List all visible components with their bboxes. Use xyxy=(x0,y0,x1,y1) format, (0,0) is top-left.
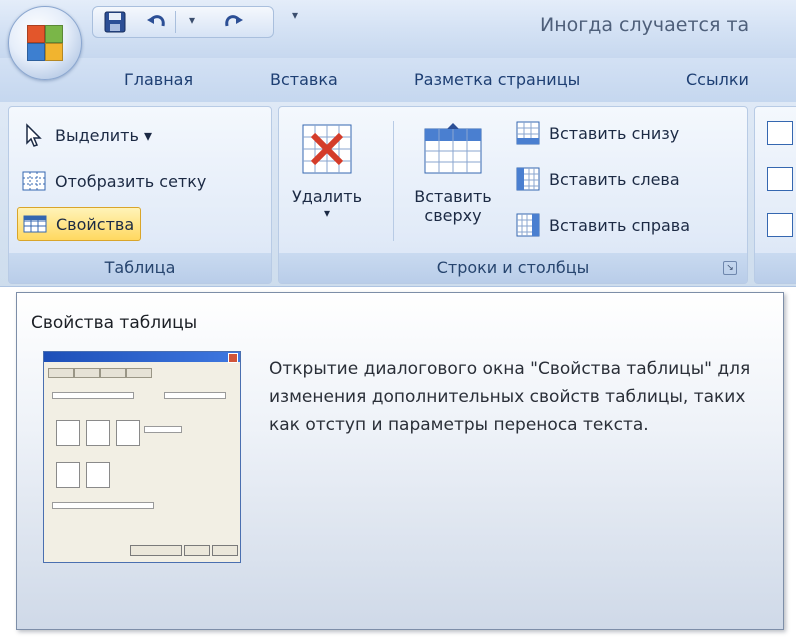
tab-home[interactable]: Главная xyxy=(124,70,193,89)
table-group-label: Таблица xyxy=(9,253,271,283)
undo-icon[interactable] xyxy=(145,10,169,34)
view-gridlines-button[interactable]: Отобразить сетку xyxy=(21,165,206,197)
split-table-icon[interactable] xyxy=(767,213,793,237)
dialog-launcher-icon[interactable]: ↘ xyxy=(723,261,737,275)
table-properties-icon xyxy=(22,211,48,237)
insert-below-button[interactable]: Вставить снизу xyxy=(515,117,679,149)
insert-above-button[interactable]: Вставить сверху xyxy=(401,121,505,225)
merge-cells-icon[interactable] xyxy=(767,121,793,145)
insert-right-button[interactable]: Вставить справа xyxy=(515,209,690,241)
preview-button xyxy=(184,545,210,556)
redo-icon[interactable] xyxy=(221,10,245,34)
gridlines-icon xyxy=(21,168,47,194)
select-button[interactable]: Выделить ▾ xyxy=(21,119,152,151)
save-icon[interactable] xyxy=(103,10,127,34)
delete-label: Удалить xyxy=(292,187,362,206)
preview-tab xyxy=(74,368,100,378)
preview-field xyxy=(144,426,182,433)
gridlines-label: Отобразить сетку xyxy=(55,171,207,191)
select-label: Выделить ▾ xyxy=(55,125,153,145)
preview-tab xyxy=(126,368,152,378)
merge-group-partial xyxy=(754,106,796,284)
rows-columns-group-label: Строки и столбцы xyxy=(279,253,747,283)
preview-option-box xyxy=(86,420,110,446)
document-page-edge xyxy=(782,290,796,642)
dialog-preview-image xyxy=(43,351,241,563)
preview-option-box xyxy=(56,462,80,488)
title-bar: ▾ ▾ Иногда случается та xyxy=(0,0,796,59)
tab-references[interactable]: Ссылки xyxy=(686,70,749,89)
insert-right-label: Вставить справа xyxy=(549,215,691,235)
qat-separator xyxy=(175,11,176,33)
ribbon: Выделить ▾ Отобразить сетку Свойства Таб xyxy=(0,102,796,287)
preview-field xyxy=(52,392,134,399)
insert-column-right-icon xyxy=(515,212,541,238)
insert-left-button[interactable]: Вставить слева xyxy=(515,163,680,195)
undo-dropdown-icon[interactable]: ▾ xyxy=(189,13,201,37)
insert-left-label: Вставить слева xyxy=(549,169,680,189)
delete-button[interactable]: Удалить ▾ xyxy=(285,121,369,220)
select-cursor-icon xyxy=(21,122,47,148)
table-group: Выделить ▾ Отобразить сетку Свойства Таб xyxy=(8,106,272,284)
insert-below-label: Вставить снизу xyxy=(549,123,680,143)
preview-field xyxy=(52,502,154,509)
preview-button xyxy=(130,545,182,556)
preview-option-box xyxy=(116,420,140,446)
tab-insert[interactable]: Вставка xyxy=(270,70,338,89)
preview-field xyxy=(164,392,226,399)
properties-label: Свойства xyxy=(56,214,135,234)
preview-button xyxy=(212,545,238,556)
ribbon-tabs: Главная Вставка Разметка страницы Ссылки xyxy=(0,58,796,102)
office-logo-icon xyxy=(27,25,63,61)
preview-titlebar xyxy=(44,352,240,362)
insert-row-above-icon xyxy=(421,121,485,177)
merge-group-label xyxy=(755,253,796,283)
tab-page-layout[interactable]: Разметка страницы xyxy=(414,70,580,89)
insert-column-left-icon xyxy=(515,166,541,192)
delete-dropdown-arrow: ▾ xyxy=(323,206,331,220)
document-title: Иногда случается та xyxy=(540,14,750,36)
preview-close-icon xyxy=(228,353,238,363)
insert-above-label-line2: сверху xyxy=(424,206,482,225)
preview-tab xyxy=(48,368,74,378)
group-divider xyxy=(393,121,394,241)
super-tooltip: Свойства таблицы Открытие диалогового ок… xyxy=(16,292,784,630)
preview-option-box xyxy=(86,462,110,488)
delete-table-icon xyxy=(299,121,355,177)
split-cells-icon[interactable] xyxy=(767,167,793,191)
insert-above-label-line1: Вставить xyxy=(414,187,492,206)
quick-access-toolbar: ▾ xyxy=(92,6,274,38)
office-button[interactable] xyxy=(8,6,82,80)
preview-option-box xyxy=(56,420,80,446)
preview-tab xyxy=(100,368,126,378)
customize-arrow-icon[interactable]: ▾ xyxy=(286,8,304,30)
properties-button[interactable]: Свойства xyxy=(17,207,142,241)
insert-row-below-icon xyxy=(515,120,541,146)
tooltip-description: Открытие диалогового окна "Свойства табл… xyxy=(269,359,751,435)
rows-columns-group: Удалить ▾ Вставить сверху Вставить снизу… xyxy=(278,106,748,284)
tooltip-title: Свойства таблицы xyxy=(31,313,198,333)
